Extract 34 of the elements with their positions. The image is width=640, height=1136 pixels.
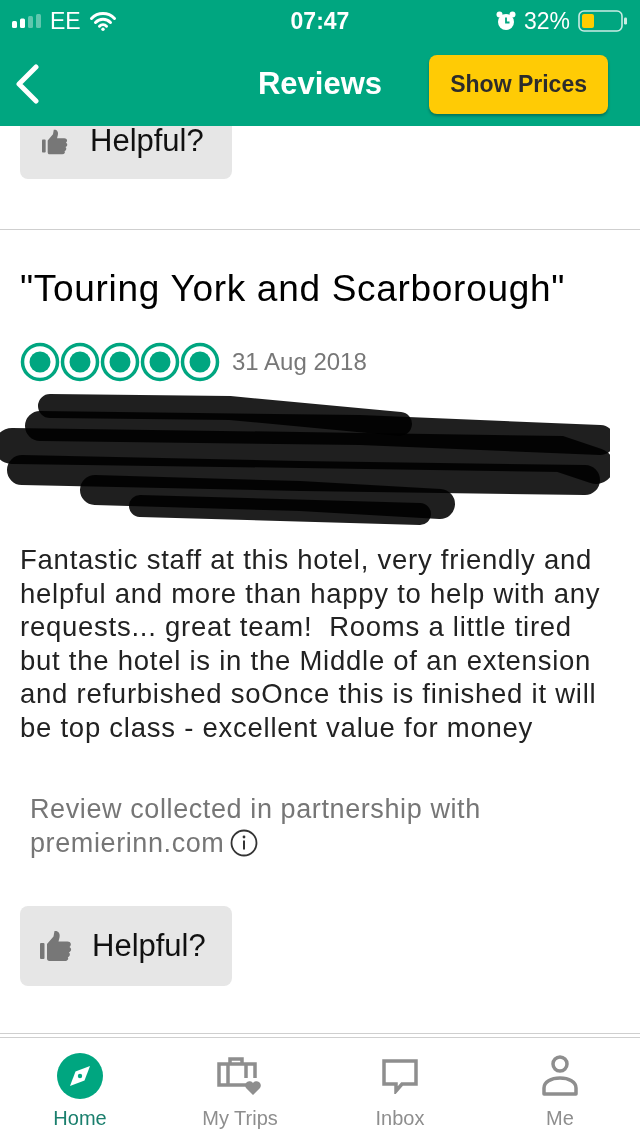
info-icon[interactable] <box>230 829 259 857</box>
nav-tab[interactable]: Me <box>480 1038 640 1136</box>
battery-percent: 32% <box>523 8 570 34</box>
thumbs-up-icon <box>40 129 70 155</box>
suitcase-heart-icon <box>217 1056 263 1096</box>
carrier-name: EE <box>50 8 81 34</box>
thumbs-up-icon <box>40 930 72 962</box>
wifi-icon <box>88 11 117 31</box>
review-date: 31 Aug 2018 <box>232 348 367 376</box>
speech-bubble-icon <box>381 1058 419 1094</box>
filled-bubble-icon <box>140 342 180 382</box>
screen-title: Reviews <box>257 66 383 102</box>
review-title: "Touring York and Scarborough" <box>20 267 567 311</box>
show-prices-button[interactable]: Show Prices <box>429 54 608 114</box>
filled-bubble-icon <box>100 342 140 382</box>
helpful-button[interactable]: Helpful? <box>20 906 232 986</box>
partner-site-name: premierinn.com <box>30 827 225 860</box>
review-source-note: Review collected in partnership with <box>30 793 481 826</box>
helpful-button[interactable]: Helpful? <box>20 126 232 179</box>
nav-tab[interactable]: My Trips <box>160 1038 320 1136</box>
clock-time: 07:47 <box>290 8 350 34</box>
back-chevron-icon <box>14 64 40 104</box>
compass-icon <box>57 1053 103 1099</box>
filled-bubble-icon <box>180 342 220 382</box>
person-icon <box>541 1055 579 1097</box>
nav-tab[interactable]: Home <box>0 1038 160 1136</box>
battery-icon <box>578 10 628 32</box>
filled-bubble-icon <box>60 342 100 382</box>
nav-tab[interactable]: Inbox <box>320 1038 480 1136</box>
back-button[interactable] <box>14 64 40 104</box>
signal-icon <box>12 14 42 28</box>
review-body-text: Fantastic staff at this hotel, very friendly and helpful and more than happy to help with any requests... great team! Rooms a little tired but the hotel is in the Middle of an extension and refurbished soOnce this is finished it will be top class - excellent value for money <box>20 543 602 744</box>
filled-bubble-icon <box>20 342 60 382</box>
alarm-clock-icon <box>495 11 516 31</box>
